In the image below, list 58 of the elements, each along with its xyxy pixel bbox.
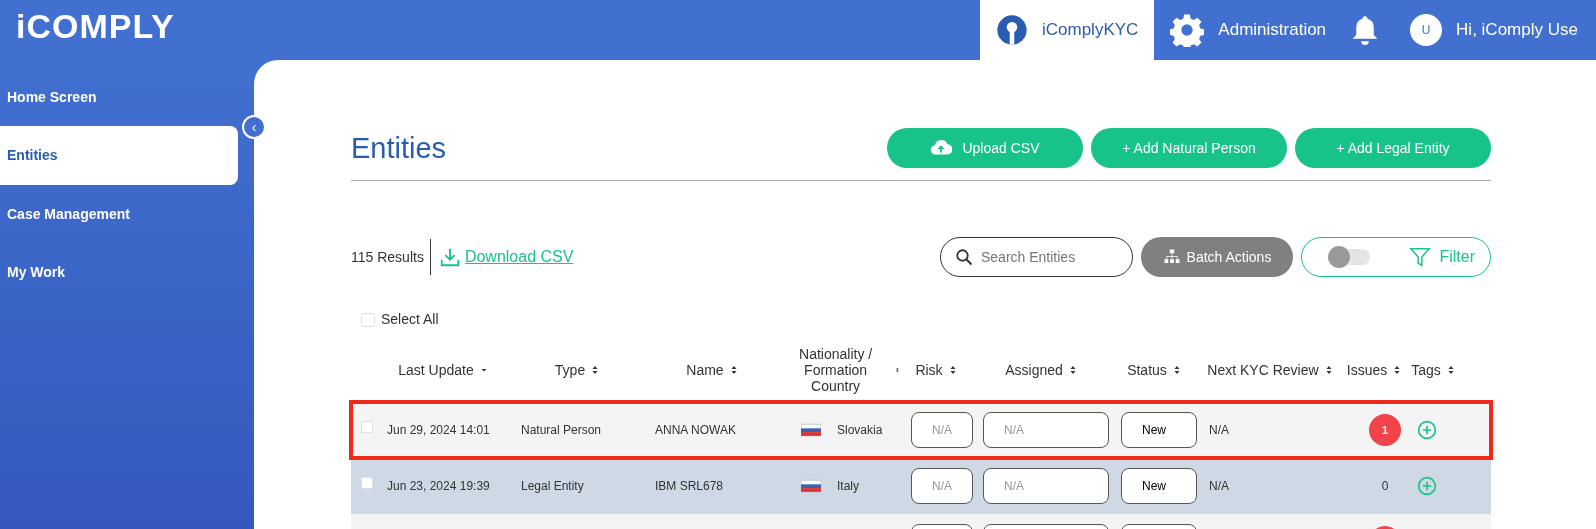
status-field[interactable]: New bbox=[1121, 412, 1197, 448]
nav-tab[interactable]: iComplyKYC bbox=[980, 0, 1155, 60]
status-field[interactable]: New bbox=[1132, 469, 1186, 503]
sidebar-item[interactable]: Entities bbox=[0, 126, 238, 185]
keyhole-icon bbox=[996, 14, 1028, 46]
column-header[interactable]: Last Update bbox=[398, 361, 474, 379]
funnel-icon bbox=[1409, 246, 1432, 268]
sidebar-item[interactable]: Home Screen bbox=[0, 68, 238, 126]
column-header[interactable]: Nationality / Formation Country bbox=[781, 345, 891, 395]
risk-field[interactable]: N/A bbox=[922, 413, 962, 447]
risk-field[interactable]: N/A bbox=[911, 468, 973, 504]
sidebar-item[interactable]: Case Management bbox=[0, 185, 238, 243]
status-field[interactable]: New bbox=[1132, 413, 1186, 447]
risk-field[interactable]: N/A bbox=[922, 469, 962, 503]
assigned-field[interactable]: N/A bbox=[994, 469, 1098, 503]
row-checkbox[interactable] bbox=[361, 421, 373, 433]
settings-icon bbox=[1170, 13, 1205, 47]
nav-tab[interactable]: Administration bbox=[1154, 0, 1343, 60]
issues-count: 0 bbox=[1381, 478, 1389, 495]
search-icon bbox=[955, 248, 973, 266]
nav-tab[interactable]: U Hi, iComply Use bbox=[1394, 0, 1594, 60]
page-title: Entities bbox=[351, 130, 447, 166]
assigned-field[interactable]: N/A bbox=[994, 413, 1098, 447]
date-cell: Jun 23, 2024 19:39 bbox=[387, 479, 490, 493]
user-avatar[interactable]: U bbox=[1410, 14, 1443, 46]
column-header[interactable]: Next KYC Review bbox=[1207, 361, 1319, 379]
column-header[interactable]: Status bbox=[1127, 361, 1167, 379]
name-cell: IBM SRL678 bbox=[655, 479, 724, 493]
collapse-button[interactable]: ‹ bbox=[242, 115, 266, 139]
type-cell: Natural Person bbox=[521, 423, 602, 437]
type-cell: Legal Entity bbox=[521, 479, 584, 493]
assigned-field[interactable]: N/A bbox=[983, 468, 1109, 504]
issues-badge: 1 bbox=[1369, 414, 1401, 446]
row-checkbox[interactable] bbox=[361, 477, 373, 489]
batch-actions-button[interactable]: Batch Actions bbox=[1141, 237, 1293, 277]
select-all-checkbox[interactable] bbox=[361, 312, 375, 327]
sidebar-item[interactable]: My Work bbox=[0, 243, 238, 301]
country-cell-text: Slovakia bbox=[837, 422, 883, 439]
date-cell: Jun 29, 2024 14:01 bbox=[387, 423, 490, 437]
column-header[interactable]: Tags bbox=[1411, 361, 1441, 379]
select-all-label: Select All bbox=[381, 310, 439, 329]
hierarchy-icon bbox=[1162, 248, 1181, 266]
name-cell: ANNA NOWAK bbox=[655, 423, 736, 437]
assigned-field[interactable]: N/A bbox=[983, 412, 1109, 448]
review-cell: N/A bbox=[1209, 479, 1229, 493]
review-cell: N/A bbox=[1209, 423, 1229, 437]
column-header[interactable]: Assigned bbox=[1005, 361, 1063, 379]
country-cell-text: Italy bbox=[837, 478, 859, 495]
column-header[interactable]: Type bbox=[554, 361, 586, 379]
download-icon bbox=[438, 246, 461, 268]
toggle-switch[interactable] bbox=[1328, 246, 1370, 268]
column-header[interactable]: Risk bbox=[915, 361, 943, 379]
results-count: 115 Results bbox=[351, 247, 424, 267]
column-header[interactable]: Name bbox=[686, 361, 724, 379]
app-logo: iCOMPLY bbox=[15, 6, 176, 47]
risk-field[interactable]: N/A bbox=[911, 412, 973, 448]
status-field[interactable]: New bbox=[1121, 468, 1197, 504]
column-header[interactable]: Issues bbox=[1346, 361, 1388, 379]
